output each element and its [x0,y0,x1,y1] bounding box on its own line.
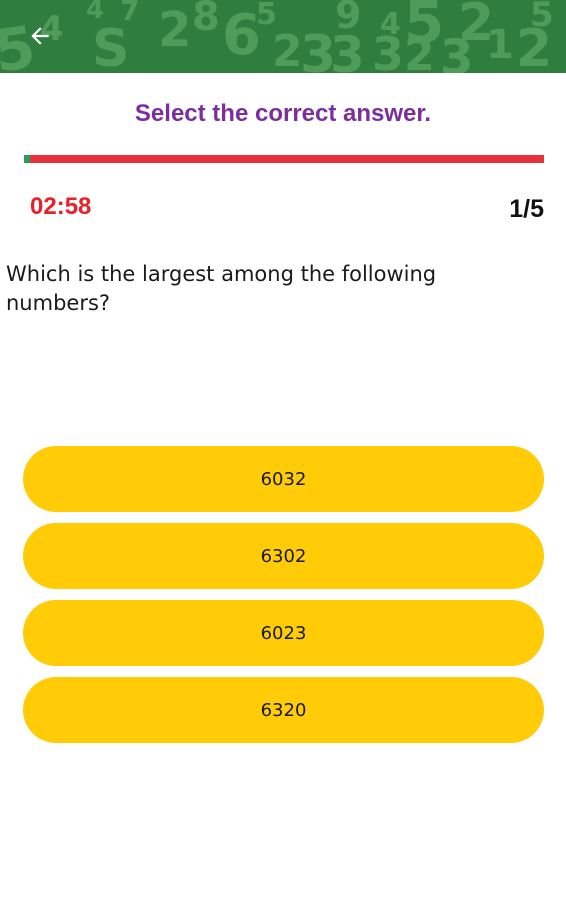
answer-option-2[interactable]: 6302 [23,523,544,589]
answer-option-3[interactable]: 6023 [23,600,544,666]
quiz-progress-fill [24,155,31,163]
svg-text:2: 2 [158,2,191,58]
instruction-title: Select the correct answer. [134,100,432,127]
svg-text:7: 7 [120,0,139,27]
svg-text:5: 5 [530,0,554,35]
arrow-left-icon [31,27,49,45]
question-counter: 1/5 [509,195,544,223]
countdown-timer: 02:58 [30,193,92,220]
app-header: 5 4 S 2 8 6 2 3 3 3 2 9 4 5 2 3 1 2 5 4 … [0,0,566,73]
svg-text:2: 2 [272,26,303,73]
quiz-progress-bar [24,155,544,163]
svg-text:5: 5 [404,0,444,56]
svg-text:S: S [92,19,129,73]
number-pattern-background: 5 4 S 2 8 6 2 3 3 3 2 9 4 5 2 3 1 2 5 4 … [0,0,554,73]
svg-text:4: 4 [380,7,401,42]
svg-text:4: 4 [86,0,104,25]
svg-text:8: 8 [192,0,220,40]
back-button[interactable] [22,18,58,54]
svg-text:3: 3 [440,30,473,73]
answer-options: 6032 6302 6023 6320 [23,446,544,754]
answer-option-4[interactable]: 6320 [23,677,544,743]
question-text: Which is the largest among the following… [6,262,437,315]
svg-text:1: 1 [486,22,514,68]
answer-option-1[interactable]: 6032 [23,446,544,512]
svg-text:9: 9 [335,0,361,37]
svg-text:5: 5 [256,0,277,32]
